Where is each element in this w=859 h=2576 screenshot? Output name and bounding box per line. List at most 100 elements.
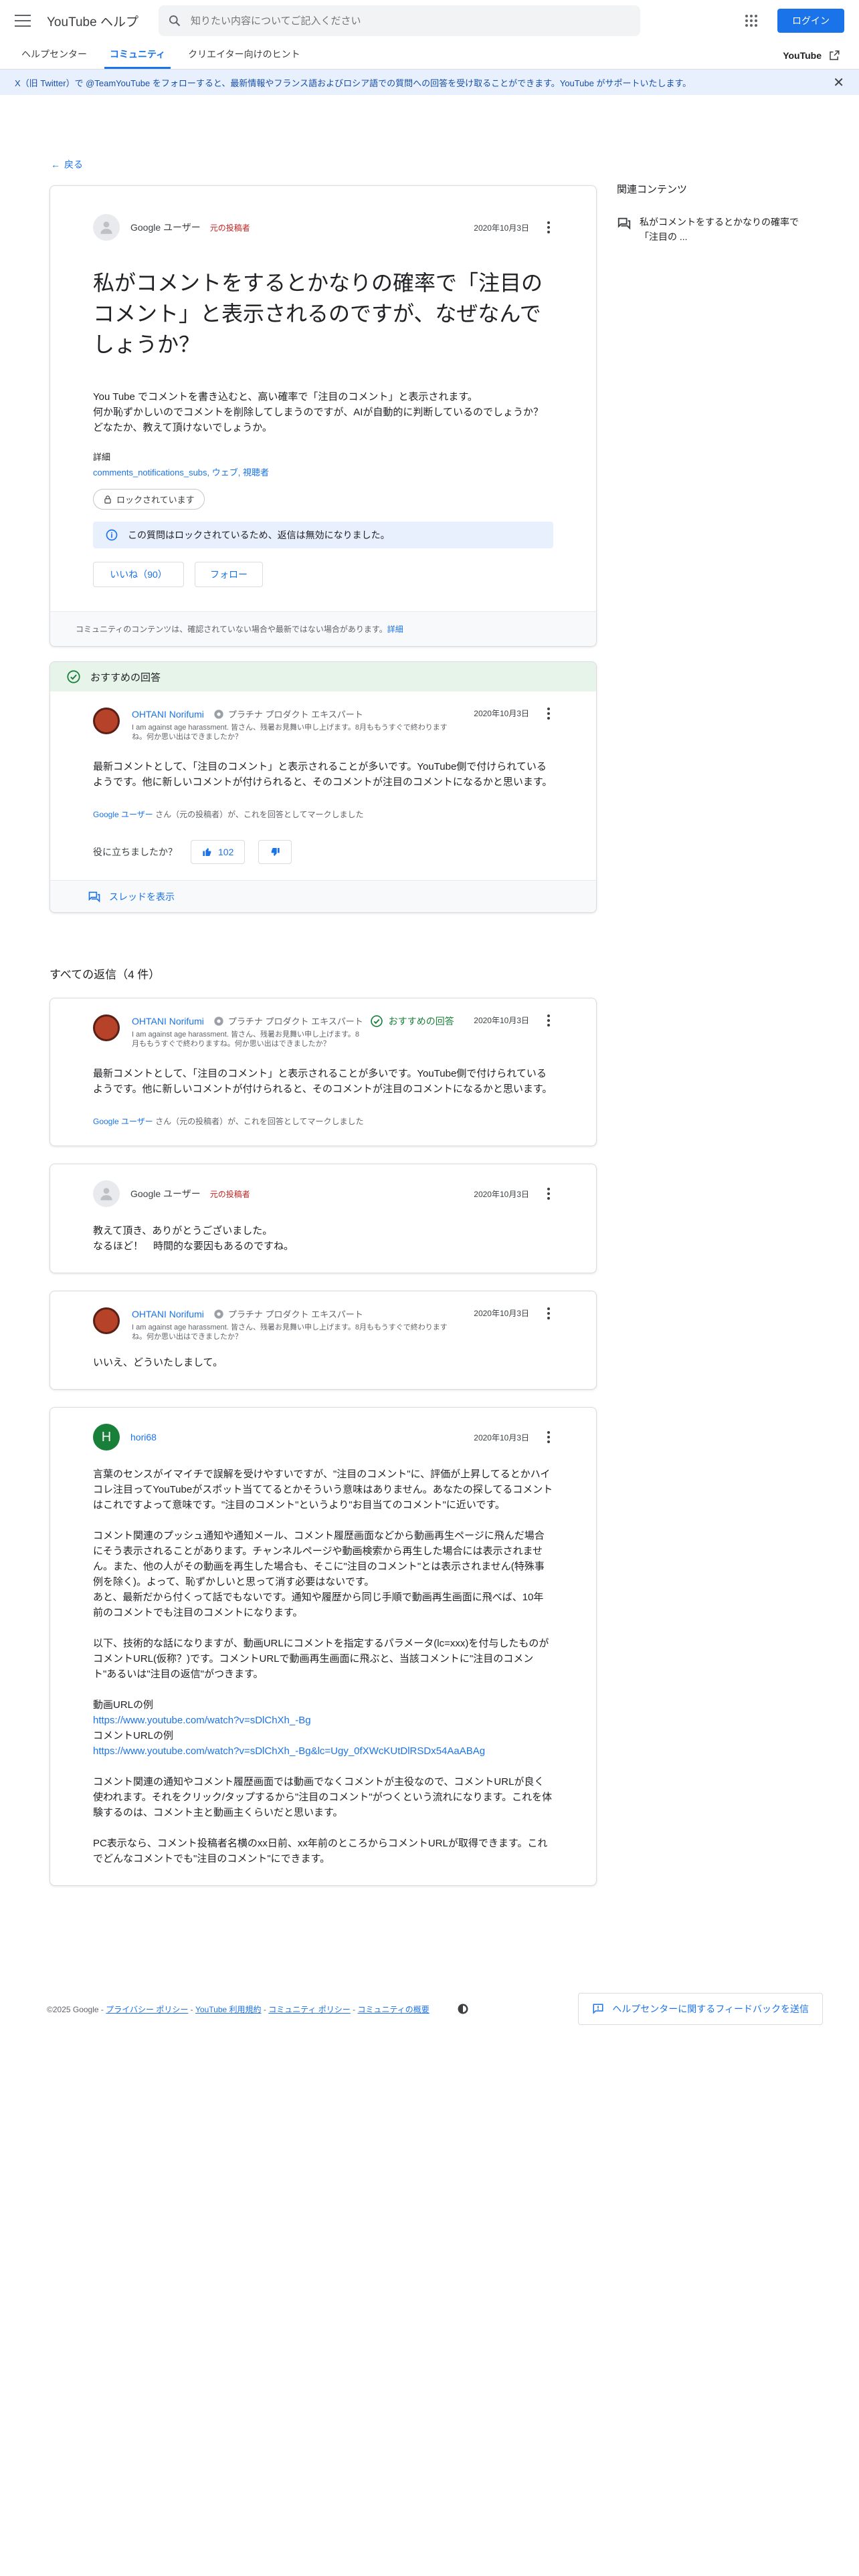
content-disclaimer: コミュニティのコンテンツは、確認されていない場合や最新ではない場合があります。 … (50, 611, 596, 646)
thumbs-down-button[interactable] (258, 840, 292, 864)
avatar (93, 1014, 120, 1041)
disclaimer-details-link[interactable]: 詳細 (387, 623, 403, 635)
search-icon (169, 15, 181, 27)
question-body: You Tube でコメントを書き込むと、高い確率で「注目のコメント」と表示され… (93, 391, 543, 433)
reply-author: Google ユーザー (130, 1188, 201, 1199)
question-title: 私がコメントをするとかなりの確率で「注目のコメント」と表示されるのですが、なぜな… (93, 271, 543, 356)
thumb-up-icon (203, 848, 211, 856)
app-title[interactable]: YouTube ヘルプ (47, 12, 138, 30)
more-options-icon[interactable] (544, 1431, 553, 1443)
arrow-back-icon: ← (51, 159, 60, 170)
answer-author[interactable]: OHTANI Norifumi (132, 709, 204, 720)
expert-level: プラチナ プロダクト エキスパート (213, 1307, 363, 1320)
reply-author[interactable]: hori68 (130, 1432, 157, 1442)
more-options-icon[interactable] (544, 1307, 553, 1319)
avatar: H (93, 1424, 120, 1451)
like-button[interactable]: いいね（90） (93, 562, 184, 587)
reply-date: 2020年10月3日 (474, 1016, 529, 1025)
marked-user-link[interactable]: Google ユーザー (93, 810, 153, 819)
menu-icon[interactable] (15, 15, 31, 27)
search-box[interactable] (158, 5, 640, 36)
comment-url-link[interactable]: https://www.youtube.com/watch?v=sDlChXh_… (93, 1745, 485, 1757)
reply-author[interactable]: OHTANI Norifumi (132, 1016, 204, 1027)
expert-level-label: プラチナ プロダクト エキスパート (227, 1309, 363, 1319)
reply-paragraph: 言葉のセンスがイマイチで誤解を受けやすいですが、"注目のコメント"に、評価が上昇… (93, 1469, 553, 1511)
video-url-label: 動画URLの例 (93, 1699, 154, 1711)
top-bar: YouTube ヘルプ ログイン (0, 0, 859, 41)
comment-url-row: https://www.youtube.com/watch?v=sDlChXh_… (93, 1743, 553, 1759)
marked-text: さん（元の投稿者）が、これを回答としてマークしました (153, 1117, 364, 1126)
back-label: 戻る (64, 159, 83, 170)
more-options-icon[interactable] (544, 221, 553, 233)
marked-as-answer: Google ユーザー さん（元の投稿者）が、これを回答としてマークしました (93, 809, 553, 820)
feedback-icon (593, 2004, 603, 2014)
view-thread-label: スレッドを表示 (109, 891, 175, 902)
reply-date: 2020年10月3日 (474, 1309, 529, 1318)
disclaimer-text: コミュニティのコンテンツは、確認されていない場合や最新ではない場合があります。 (76, 625, 387, 634)
recommended-header: おすすめの回答 (50, 662, 596, 691)
related-content: 関連コンテンツ 私がコメントをするとかなりの確率で「注目の ... (617, 182, 811, 244)
recommended-heading: おすすめの回答 (90, 671, 161, 683)
open-in-new-icon (830, 50, 840, 60)
tab-help-center[interactable]: ヘルプセンター (16, 41, 92, 69)
check-circle-icon (370, 1015, 383, 1027)
follow-button[interactable]: フォロー (195, 562, 263, 587)
expert-level-label: プラチナ プロダクト エキスパート (227, 710, 363, 720)
locked-notice: この質問はロックされているため、返信は無効になりました。 (93, 522, 553, 548)
question-card: Google ユーザー 元の投稿者 2020年10月3日 私がコメントをするとか… (50, 185, 597, 647)
reply-paragraph: コメント関連のプッシュ通知や通知メール、コメント履歴画面などから動画再生ページに… (93, 1530, 545, 1618)
related-item[interactable]: 私がコメントをするとかなりの確率で「注目の ... (617, 215, 811, 244)
privacy-link[interactable]: プライバシー ポリシー (106, 2005, 188, 2014)
marked-user-link[interactable]: Google ユーザー (93, 1117, 153, 1126)
community-overview-link[interactable]: コミュニティの概要 (357, 2005, 429, 2014)
terms-link[interactable]: YouTube 利用規約 (195, 2005, 262, 2014)
reply-text: 最新コメントとして、「注目のコメント」と表示されることが多いです。YouTube… (93, 1068, 553, 1095)
theme-toggle-icon[interactable] (456, 2002, 470, 2016)
expert-level: プラチナ プロダクト エキスパート (213, 708, 363, 720)
close-icon[interactable]: ✕ (833, 74, 844, 91)
reply-date: 2020年10月3日 (474, 1432, 529, 1442)
search-input[interactable] (190, 15, 619, 27)
view-thread-link[interactable]: スレッドを表示 (50, 880, 596, 912)
community-policy-link[interactable]: コミュニティ ポリシー (268, 2005, 351, 2014)
details-label: 詳細 (93, 452, 111, 462)
op-badge: 元の投稿者 (209, 223, 250, 233)
avatar (93, 1180, 120, 1207)
comment-url-label: コメントURLの例 (93, 1730, 174, 1741)
recommended-badge-label: おすすめの回答 (388, 1016, 454, 1027)
forum-icon (617, 217, 631, 230)
related-title: 関連コンテンツ (617, 184, 688, 195)
feedback-button[interactable]: ヘルプセンターに関するフィードバックを送信 (578, 1993, 823, 2025)
more-options-icon[interactable] (544, 1014, 553, 1027)
marked-as-answer: Google ユーザー さん（元の投稿者）が、これを回答としてマークしました (93, 1115, 553, 1127)
tab-creator-tips[interactable]: クリエイター向けのヒント (183, 41, 305, 69)
login-button[interactable]: ログイン (777, 9, 844, 33)
youtube-link[interactable]: YouTube (783, 41, 843, 69)
person-icon (100, 221, 112, 234)
thumbs-up-button[interactable]: 102 (191, 840, 246, 864)
video-url-link[interactable]: https://www.youtube.com/watch?v=sDlChXh_… (93, 1715, 311, 1726)
footer-links: ©2025 Google - プライバシー ポリシー - YouTube 利用規… (47, 2004, 430, 2014)
nav-tabs: ヘルプセンター コミュニティ クリエイター向けのヒント YouTube (0, 41, 859, 70)
more-options-icon[interactable] (544, 1188, 553, 1200)
reply-card: Google ユーザー 元の投稿者 2020年10月3日 教えて頂き、ありがとう… (50, 1164, 597, 1273)
answer-text: 最新コメントとして、「注目のコメント」と表示されることが多いです。YouTube… (93, 761, 553, 788)
apps-grid-icon[interactable] (745, 15, 757, 27)
announcement-banner: X（旧 Twitter）で @TeamYouTube をフォローすると、最新情報… (0, 70, 859, 95)
details-tags[interactable]: comments_notifications_subs, ウェブ, 視聴者 (93, 465, 553, 478)
thumbs-up-count: 102 (218, 847, 234, 857)
person-icon (100, 1188, 112, 1200)
lock-icon (104, 495, 111, 504)
reply-author[interactable]: OHTANI Norifumi (132, 1309, 204, 1319)
back-link[interactable]: ← 戻る (51, 158, 83, 171)
helpful-label: 役に立ちましたか？ (93, 847, 177, 857)
youtube-link-label: YouTube (783, 49, 822, 61)
tab-community[interactable]: コミュニティ (104, 41, 171, 69)
feedback-label: ヘルプセンターに関するフィードバックを送信 (612, 2004, 809, 2014)
expert-signature: I am against age harassment. 皆さん、残暑お見舞い申… (132, 1031, 359, 1048)
avatar (93, 1307, 120, 1334)
more-options-icon[interactable] (544, 708, 553, 720)
banner-text: X（旧 Twitter）で @TeamYouTube をフォローすると、最新情報… (15, 78, 692, 88)
footer: ©2025 Google - プライバシー ポリシー - YouTube 利用規… (47, 1993, 823, 2025)
related-item-label: 私がコメントをするとかなりの確率で「注目の ... (640, 217, 799, 242)
